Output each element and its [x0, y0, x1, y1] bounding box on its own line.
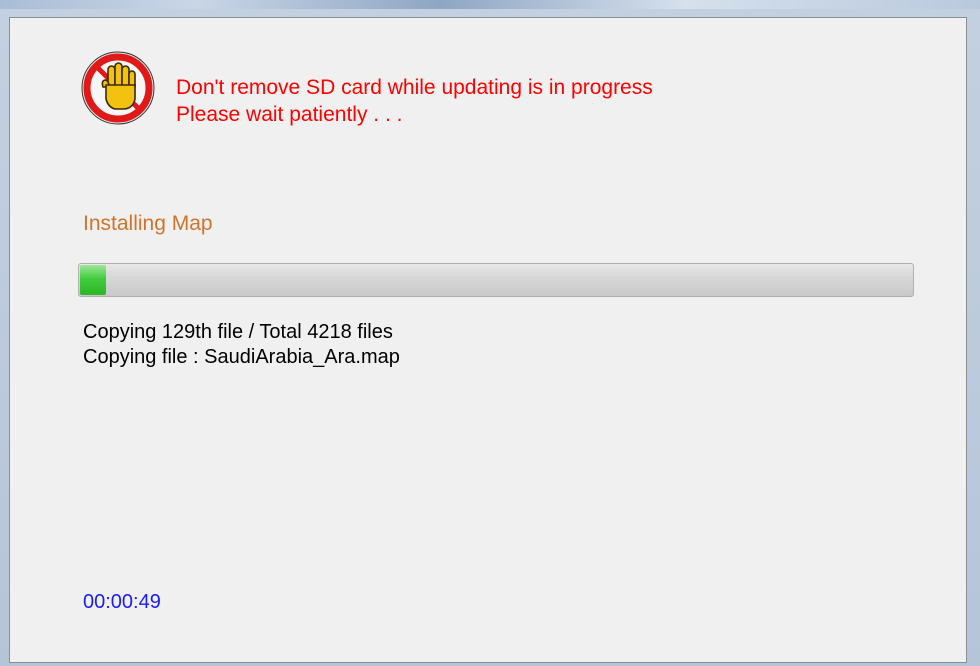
warning-message: Don't remove SD card while updating is i… [176, 74, 653, 128]
warning-line-1: Don't remove SD card while updating is i… [176, 76, 653, 99]
status-text: Copying 129th file / Total 4218 files Co… [83, 320, 400, 370]
current-file-status: Copying file : SaudiArabia_Ara.map [83, 346, 400, 368]
file-count-status: Copying 129th file / Total 4218 files [83, 321, 393, 343]
warning-line-2: Please wait patiently . . . [176, 103, 403, 126]
updater-dialog: Don't remove SD card while updating is i… [9, 17, 967, 663]
progress-fill [80, 265, 106, 295]
elapsed-time: 00:00:49 [83, 591, 161, 613]
updater-window: Don't remove SD card while updating is i… [0, 0, 980, 666]
stage-label: Installing Map [83, 212, 213, 235]
progress-bar [78, 263, 914, 297]
title-bar[interactable] [0, 0, 980, 9]
stop-hand-icon [81, 51, 155, 125]
